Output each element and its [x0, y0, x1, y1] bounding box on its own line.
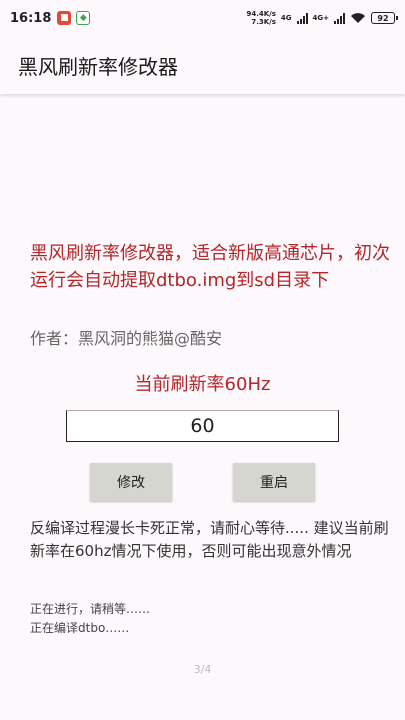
network-type-label: 4G: [280, 14, 292, 22]
network-type-label: 4G+: [312, 14, 329, 22]
app-title: 黑风刷新率修改器: [18, 54, 178, 79]
status-right: 94.4K/s 7.3K/s 4G 4G+ 92: [246, 10, 398, 26]
signal-icon: [334, 12, 345, 24]
app-notification-icon: ◆: [76, 11, 91, 25]
warning-notice: 反编译过程漫长卡死正常，请耐心等待..... 建议当前刷新率在60hz情况下使用…: [30, 519, 389, 560]
wifi-icon: [351, 13, 365, 23]
reboot-button[interactable]: 重启: [233, 463, 315, 501]
refresh-rate-input[interactable]: [66, 410, 339, 442]
progress-log: 正在进行，请稍等…… 正在编译dtbo……: [30, 600, 390, 638]
page-indicator: 3/4: [193, 663, 212, 676]
network-speed: 94.4K/s 7.3K/s: [246, 10, 276, 26]
app-description: 黑风刷新率修改器，适合新版高通芯片，初次运行会自动提取dtbo.img到sd目录…: [30, 243, 390, 291]
log-line: 正在编译dtbo……: [30, 621, 130, 635]
app-notification-icon: ■: [57, 11, 72, 25]
author-label: 作者：黑风洞的熊猫@酷安: [30, 329, 223, 348]
signal-icon: [296, 12, 308, 24]
status-time: 16:18: [10, 10, 52, 26]
battery-icon: 92: [371, 12, 398, 24]
modify-button[interactable]: 修改: [90, 463, 172, 501]
log-line: 正在进行，请稍等……: [30, 602, 151, 616]
current-refresh-rate: 当前刷新率60Hz: [134, 374, 271, 395]
status-bar: 16:18 ■ ◆ 94.4K/s 7.3K/s 4G 4G+ 92: [0, 0, 405, 36]
app-bar: 黑风刷新率修改器: [0, 36, 405, 94]
